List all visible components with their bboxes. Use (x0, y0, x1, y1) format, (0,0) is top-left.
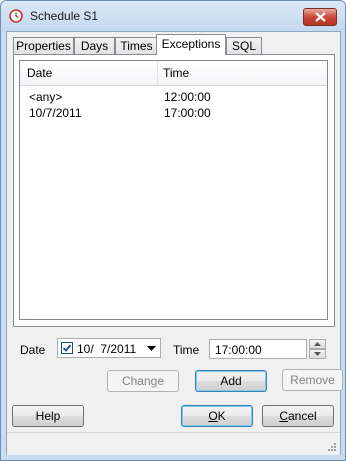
dialog-client: Properties Days Times Exceptions SQL Dat… (6, 31, 341, 455)
time-value: 17:00:00 (215, 343, 262, 357)
row-date: 10/7/2011 (29, 106, 82, 120)
dialog-window: Schedule S1 Properties Days Times Except… (0, 0, 346, 461)
resize-grip-icon[interactable] (327, 442, 337, 452)
column-header-date[interactable]: Date (27, 66, 52, 80)
row-time: 12:00:00 (164, 90, 211, 104)
time-field[interactable]: 17:00:00 (209, 339, 307, 359)
tab-exceptions[interactable]: Exceptions (156, 34, 226, 55)
time-spinner[interactable] (309, 339, 326, 359)
chevron-down-icon[interactable] (147, 346, 156, 351)
column-divider[interactable] (157, 61, 158, 85)
column-header-time[interactable]: Time (163, 66, 189, 80)
row-date: <any> (29, 90, 63, 104)
tab-times[interactable]: Times (115, 37, 158, 54)
cancel-button[interactable]: Cancel (262, 405, 334, 427)
checkmark-icon (62, 344, 72, 352)
add-button[interactable]: Add (195, 370, 267, 392)
close-button[interactable] (303, 8, 337, 26)
tab-days[interactable]: Days (74, 37, 115, 54)
date-label: Date (20, 343, 46, 357)
help-button[interactable]: Help (12, 405, 84, 427)
tab-sql[interactable]: SQL (226, 37, 262, 54)
list-header: Date Time (20, 61, 327, 86)
clock-icon (9, 9, 23, 23)
exceptions-list[interactable]: Date Time <any> 12:00:00 10/7/2011 17:00… (19, 60, 328, 320)
title-bar[interactable]: Schedule S1 (1, 1, 345, 31)
ok-button[interactable]: OK (181, 405, 253, 427)
exceptions-panel: Date Time <any> 12:00:00 10/7/2011 17:00… (13, 54, 335, 327)
tab-properties[interactable]: Properties (13, 37, 74, 54)
date-value: 10/ 7/2011 (77, 342, 137, 356)
date-checkbox[interactable] (61, 342, 73, 354)
time-label: Time (173, 343, 200, 357)
remove-button[interactable]: Remove (282, 369, 343, 391)
status-bar (7, 432, 340, 455)
change-button[interactable]: Change (107, 370, 179, 392)
spin-up-button[interactable] (309, 339, 326, 349)
row-time: 17:00:00 (164, 106, 211, 120)
close-icon (315, 12, 326, 22)
arrow-up-icon (314, 342, 321, 346)
window-title: Schedule S1 (30, 9, 99, 23)
arrow-down-icon (314, 352, 321, 356)
date-picker[interactable]: 10/ 7/2011 (57, 338, 161, 358)
spin-down-button[interactable] (309, 349, 326, 359)
